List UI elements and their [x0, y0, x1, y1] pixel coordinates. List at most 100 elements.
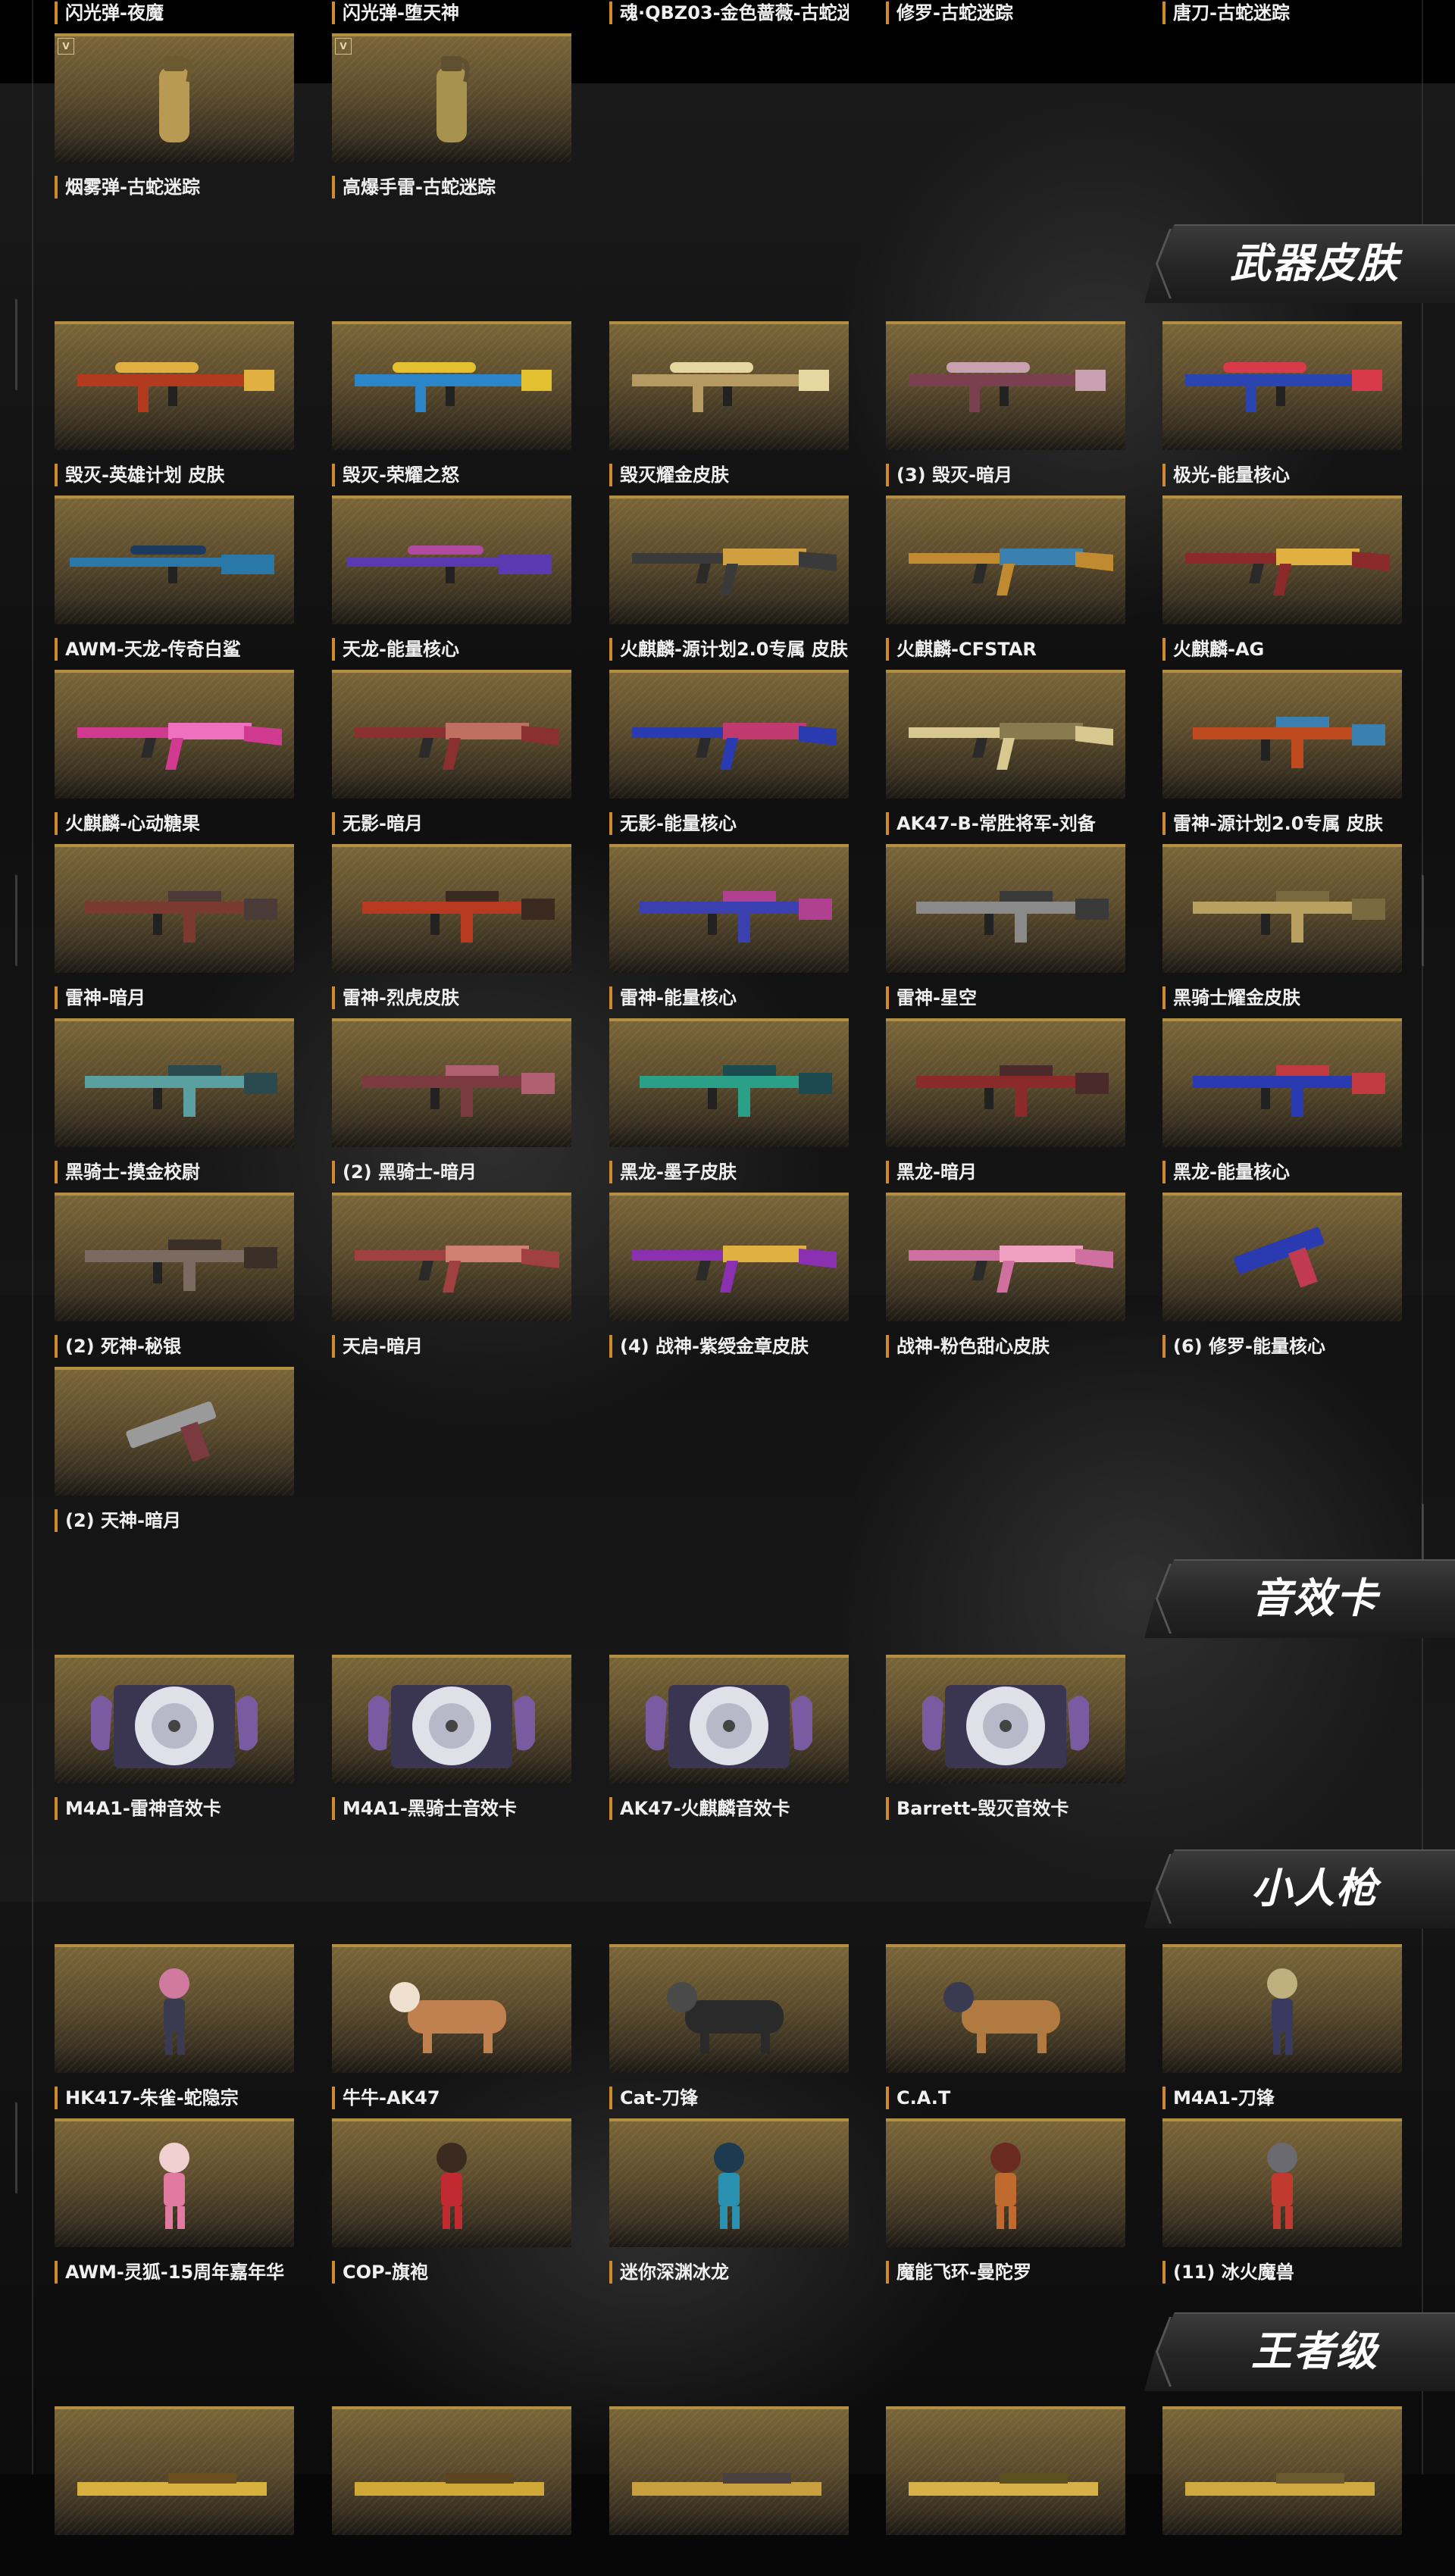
item-card[interactable]: V 烟雾弹-古蛇迷踪	[55, 33, 294, 203]
item-card[interactable]: 火麒麟-心动糖果	[55, 670, 294, 839]
item-card[interactable]: 黑龙-暗月	[886, 1018, 1125, 1188]
item-image	[1185, 2473, 1375, 2496]
item-card[interactable]: 魔能飞环-曼陀罗	[886, 2118, 1125, 2288]
item-card[interactable]: 毁灭耀金皮肤	[609, 321, 849, 491]
item-image	[1193, 1065, 1385, 1117]
item-card[interactable]: 战神-粉色甜心皮肤	[886, 1193, 1125, 1362]
item-label: 黑龙-能量核心	[1162, 1161, 1402, 1183]
item-card[interactable]: 黑龙-墨子皮肤	[609, 1018, 849, 1188]
item-card[interactable]: 魂·QBZ03-金色蔷薇-古蛇迷踪	[609, 0, 849, 29]
item-card[interactable]: AWM-灵狐-15周年嘉年华	[55, 2118, 294, 2288]
item-card[interactable]: (11) 冰火魔兽	[1162, 2118, 1402, 2288]
item-card[interactable]: 黑骑士-摸金校尉	[55, 1018, 294, 1188]
item-card[interactable]: (2) 黑骑士-暗月	[332, 1018, 571, 1188]
item-image	[77, 723, 282, 770]
item-thumbnail	[1162, 496, 1402, 624]
item-image	[159, 2143, 189, 2229]
item-thumbnail	[1162, 1018, 1402, 1147]
item-card[interactable]: AWM-天龙-传奇白鲨	[55, 496, 294, 665]
item-card[interactable]: (4) 战神-紫绶金章皮肤	[609, 1193, 849, 1362]
section-title: 王者级	[1144, 2312, 1455, 2391]
item-card[interactable]: M4A1-雷神音效卡	[55, 1655, 294, 1824]
item-card[interactable]: 火麒麟-AG	[1162, 496, 1402, 665]
item-thumbnail	[886, 321, 1125, 450]
item-label: AK47-火麒麟音效卡	[609, 1797, 849, 1820]
item-thumbnail	[609, 2406, 849, 2535]
item-thumbnail	[332, 1944, 571, 2073]
item-label: 战神-粉色甜心皮肤	[886, 1335, 1125, 1358]
item-card[interactable]: 毁灭-英雄计划 皮肤	[55, 321, 294, 491]
item-thumbnail	[55, 1944, 294, 2073]
item-card[interactable]: 天龙-能量核心	[332, 496, 571, 665]
item-thumbnail: V	[55, 33, 294, 162]
item-card[interactable]: C.A.T	[886, 1944, 1125, 2114]
item-card[interactable]	[55, 2406, 294, 2576]
item-card[interactable]: HK417-朱雀-蛇隐宗	[55, 1944, 294, 2114]
item-card[interactable]: 修罗-古蛇迷踪	[886, 0, 1125, 29]
item-thumbnail	[55, 844, 294, 973]
item-card[interactable]: (3) 毁灭-暗月	[886, 321, 1125, 491]
item-card[interactable]: (2) 死神-秘银	[55, 1193, 294, 1362]
item-thumbnail	[609, 844, 849, 973]
item-card[interactable]: 极光-能量核心	[1162, 321, 1402, 491]
item-thumbnail	[886, 1018, 1125, 1147]
item-label: 雷神-烈虎皮肤	[332, 986, 571, 1009]
item-thumbnail	[886, 496, 1125, 624]
item-card[interactable]: M4A1-刀锋	[1162, 1944, 1402, 2114]
item-card[interactable]: 雷神-暗月	[55, 844, 294, 1014]
item-card[interactable]: (6) 修罗-能量核心	[1162, 1193, 1402, 1362]
item-thumbnail	[1162, 1193, 1402, 1321]
item-card[interactable]: 迷你深渊冰龙	[609, 2118, 849, 2288]
item-card[interactable]: AK47-B-常胜将军-刘备	[886, 670, 1125, 839]
item-card[interactable]: 雷神-源计划2.0专属 皮肤	[1162, 670, 1402, 839]
item-card[interactable]: 闪光弹-夜魔	[55, 0, 294, 29]
item-card[interactable]	[886, 2406, 1125, 2576]
frame-tick	[15, 874, 31, 975]
item-thumbnail	[55, 321, 294, 450]
item-thumbnail	[886, 2406, 1125, 2535]
item-thumbnail	[332, 1655, 571, 1784]
item-card[interactable]: 黑龙-能量核心	[1162, 1018, 1402, 1188]
item-image	[436, 56, 470, 142]
item-card[interactable]: 无影-能量核心	[609, 670, 849, 839]
item-thumbnail	[609, 1193, 849, 1321]
item-card[interactable]: COP-旗袍	[332, 2118, 571, 2288]
frame-line-left	[32, 0, 33, 2474]
item-label: 无影-能量核心	[609, 812, 849, 835]
item-label: 毁灭-荣耀之怒	[332, 464, 571, 486]
item-card[interactable]: AK47-火麒麟音效卡	[609, 1655, 849, 1824]
item-card[interactable]: 唐刀-古蛇迷踪	[1162, 0, 1402, 29]
item-label: (2) 死神-秘银	[55, 1335, 294, 1358]
item-card[interactable]: 火麒麟-源计划2.0专属 皮肤	[609, 496, 849, 665]
section-title: 小人枪	[1144, 1849, 1455, 1928]
item-card[interactable]: M4A1-黑骑士音效卡	[332, 1655, 571, 1824]
item-card[interactable]: 黑骑士耀金皮肤	[1162, 844, 1402, 1014]
item-card[interactable]: V 高爆手雷-古蛇迷踪	[332, 33, 571, 203]
item-card[interactable]	[609, 2406, 849, 2576]
item-card[interactable]: 无影-暗月	[332, 670, 571, 839]
item-card[interactable]: 火麒麟-CFSTAR	[886, 496, 1125, 665]
item-card[interactable]: 天启-暗月	[332, 1193, 571, 1362]
item-image	[77, 362, 274, 412]
item-label: 天启-暗月	[332, 1335, 571, 1358]
item-card[interactable]: 毁灭-荣耀之怒	[332, 321, 571, 491]
item-card[interactable]: 雷神-能量核心	[609, 844, 849, 1014]
item-card[interactable]: (2) 天神-暗月	[55, 1367, 294, 1537]
item-thumbnail	[1162, 1944, 1402, 2073]
item-card[interactable]: 闪光弹-堕天神	[332, 0, 571, 29]
v-badge-icon: V	[335, 38, 352, 55]
item-card[interactable]: Cat-刀锋	[609, 1944, 849, 2114]
item-card[interactable]: 雷神-星空	[886, 844, 1125, 1014]
section-title-text: 音效卡	[1251, 1574, 1378, 1622]
item-thumbnail	[886, 1944, 1125, 2073]
item-label: (2) 天神-暗月	[55, 1509, 294, 1532]
item-card[interactable]: 牛牛-AK47	[332, 1944, 571, 2114]
item-label: 唐刀-古蛇迷踪	[1162, 2, 1402, 24]
item-label: AWM-灵狐-15周年嘉年华	[55, 2261, 294, 2284]
item-card[interactable]: Barrett-毁灭音效卡	[886, 1655, 1125, 1824]
item-label: Barrett-毁灭音效卡	[886, 1797, 1125, 1820]
item-image	[632, 723, 837, 770]
item-card[interactable]	[1162, 2406, 1402, 2576]
item-card[interactable]: 雷神-烈虎皮肤	[332, 844, 571, 1014]
item-card[interactable]	[332, 2406, 571, 2576]
